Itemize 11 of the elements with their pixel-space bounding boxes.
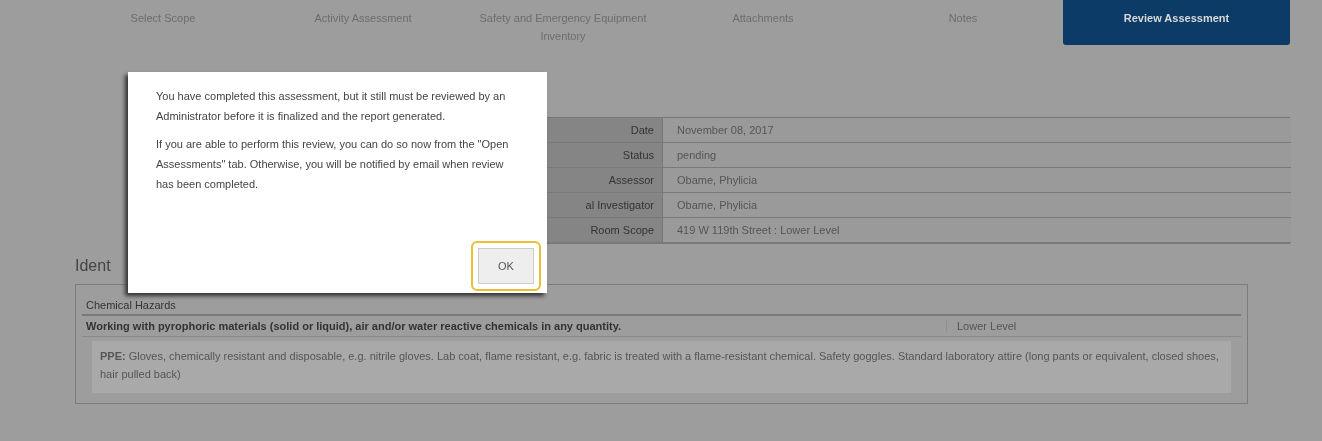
table-cell: Obame, Phylicia	[663, 168, 1291, 193]
table-cell: Obame, Phylicia	[663, 193, 1291, 218]
section-heading: Ident	[75, 257, 112, 275]
table-cell-text: Working with pyrophoric materials (solid or liquid), air and/or water reactive chemicals in any quantity.	[86, 320, 623, 332]
ppe-note: PPE: Gloves, chemically resistant and disposable, e.g. nitrile gloves. Lab coat, flame resistant, e.g. fabric is treated with a flame-resistant chemical. Safety goggles. Standard laboratory attire (long pants or equivalent, closed shoes, hair pulled back)	[92, 341, 1231, 393]
ok-button[interactable]: OK	[471, 241, 541, 291]
table-cell: pending	[663, 143, 1291, 168]
tab[interactable]: Review Assessment	[1063, 0, 1290, 45]
table-cell: November 08, 2017	[663, 118, 1291, 143]
table-cell: Lower Level	[946, 320, 1237, 332]
table-cell: 419 W 119th Street : Lower Level	[663, 218, 1291, 243]
